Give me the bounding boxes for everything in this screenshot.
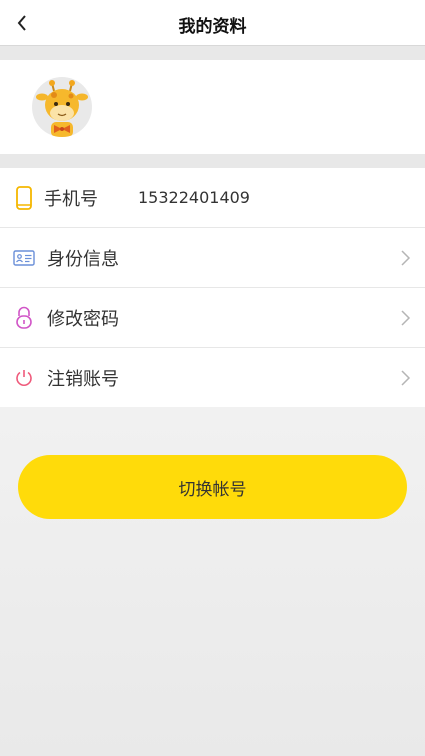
chevron-right-icon bbox=[401, 309, 411, 326]
power-icon bbox=[13, 367, 35, 389]
row-phone: 手机号 15322401409 bbox=[0, 168, 425, 228]
row-cancel-account[interactable]: 注销账号 bbox=[0, 348, 425, 407]
page-title: 我的资料 bbox=[178, 17, 247, 37]
row-change-password[interactable]: 修改密码 bbox=[0, 288, 425, 348]
row-label: 手机号 bbox=[44, 188, 98, 210]
chevron-right-icon bbox=[401, 369, 411, 386]
phone-icon bbox=[13, 185, 35, 210]
row-label: 身份信息 bbox=[47, 248, 119, 270]
row-identity-info[interactable]: 身份信息 bbox=[0, 228, 425, 288]
id-card-icon bbox=[13, 247, 35, 269]
phone-number: 15322401409 bbox=[138, 188, 250, 207]
section-divider bbox=[0, 154, 425, 168]
avatar[interactable] bbox=[32, 77, 92, 137]
chevron-right-icon bbox=[401, 249, 411, 266]
giraffe-avatar-icon bbox=[36, 80, 88, 137]
avatar-section bbox=[0, 60, 425, 154]
header-bar: 我的资料 bbox=[0, 0, 425, 46]
row-label: 注销账号 bbox=[47, 368, 119, 390]
switch-account-button[interactable]: 切换帐号 bbox=[18, 455, 407, 519]
section-divider bbox=[0, 46, 425, 60]
settings-list: 手机号 15322401409 身份信息 修改密码 注销账号 bbox=[0, 168, 425, 407]
lock-icon bbox=[13, 306, 35, 329]
row-label: 修改密码 bbox=[47, 308, 119, 330]
